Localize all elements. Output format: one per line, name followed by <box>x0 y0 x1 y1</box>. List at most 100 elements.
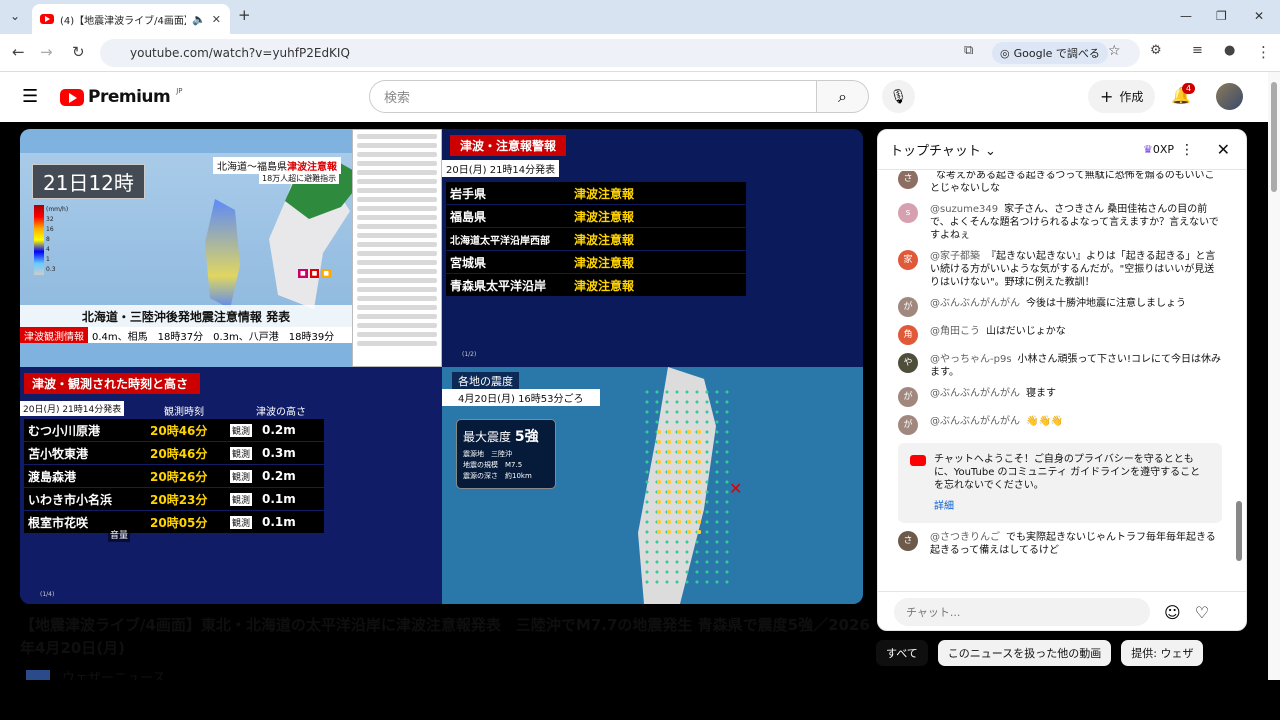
author-name[interactable]: @さつきりんご <box>930 532 1000 543</box>
window-close-icon[interactable]: ✕ <box>1254 9 1264 23</box>
author-avatar[interactable]: さ <box>898 531 918 551</box>
chat-message: さ @さつきりんご でも実際起きないじゃんトラフ毎年毎年起きる起きるって備えはしてる… <box>878 527 1238 561</box>
scrollbar-thumb[interactable] <box>1271 82 1277 192</box>
chevron-right-icon[interactable]: › <box>1220 646 1226 662</box>
author-avatar[interactable]: や <box>898 353 918 373</box>
place: むつ小川原港 <box>28 423 101 438</box>
taskbar <box>0 680 1280 720</box>
author-name[interactable]: @ぶんぶんがんがん <box>930 416 1020 427</box>
quake-info: 震源地 三陸沖 地震の規模 M7.5 震源の深さ 約10km <box>463 449 549 482</box>
details-link[interactable]: 詳細 <box>934 500 1210 513</box>
region-warning: 津波注意報 <box>287 162 337 173</box>
radar-headline: 北海道・三陸沖後発地震注意情報 発表 <box>20 305 352 327</box>
tab-search-icon[interactable]: ⌄ <box>10 9 20 23</box>
account-avatar[interactable] <box>1216 83 1243 110</box>
legend-value: 0.3 <box>46 266 56 273</box>
bookmark-star-icon[interactable]: ☆ <box>1108 43 1121 59</box>
rain-legend <box>34 205 44 275</box>
panel-header: 各地の震度 <box>452 372 519 390</box>
tab-title: (4)【地震津波ライブ/4画面】東 <box>60 15 186 27</box>
author-name[interactable]: @角田こう <box>930 326 980 337</box>
author-avatar[interactable]: 家 <box>898 250 918 270</box>
xp-badge[interactable]: ♛0XP <box>1143 143 1174 156</box>
place: 青森県太平洋沿岸 <box>450 278 547 293</box>
heart-icon[interactable]: ♡ <box>1195 603 1209 622</box>
chat-message: や @やっちゃん-p9s 小林さん頑張って下さい!コレにて今日は休みます。 <box>878 349 1238 383</box>
welcome-banner: チャットへようこそ！ご自身のプライバシーを守るとともに、YouTube のコミュ… <box>898 443 1222 523</box>
chevron-down-icon: ⌄ <box>985 144 996 159</box>
create-button[interactable]: + 作成 <box>1088 80 1156 113</box>
status: 津波注意報 <box>574 278 635 293</box>
youtube-logo[interactable]: Premium JP <box>60 87 183 107</box>
cast-icon[interactable]: ⧉ <box>964 43 973 58</box>
more-options-icon[interactable]: ⋮ <box>1180 142 1194 158</box>
browser-tab-strip: ⌄ (4)【地震津波ライブ/4画面】東 🔈 ✕ + — ❐ ✕ <box>0 0 1280 34</box>
browser-tab-active[interactable]: (4)【地震津波ライブ/4画面】東 🔈 ✕ <box>32 4 230 34</box>
browser-menu-icon[interactable]: ⋮ <box>1256 43 1271 61</box>
legend-swatch: ■ <box>321 269 332 278</box>
author-avatar[interactable]: が <box>898 387 918 407</box>
place: 根室市花咲 <box>28 515 89 530</box>
author-avatar[interactable]: が <box>898 297 918 317</box>
obs-kind: 観測 <box>230 446 253 460</box>
chip-related-news[interactable]: このニュースを扱った他の動画 <box>937 640 1112 666</box>
extensions-icon[interactable]: ⚙ <box>1150 43 1162 58</box>
back-icon[interactable]: ← <box>12 43 25 61</box>
place: 渡島森港 <box>28 469 77 484</box>
author-avatar[interactable]: 角 <box>898 325 918 345</box>
chip-all[interactable]: すべて <box>876 640 928 666</box>
warning-legend: ■ ■ ■ <box>298 269 332 278</box>
place: 苫小牧東港 <box>28 446 89 461</box>
restore-icon[interactable]: ❐ <box>1216 9 1227 23</box>
video-player[interactable]: 21日12時 北海道〜福島県津波注意報 18万人超に避難指示 (mm/h) 32… <box>20 129 863 604</box>
search-button[interactable]: ⌕ <box>817 80 869 113</box>
seismic-intensity-panel: 各地の震度 4月20日(月) 16時53分ごろ 最大震度 5強 震源地 三陸沖 … <box>442 367 863 604</box>
panel-date: 20日(月) 21時14分発表 <box>20 401 125 416</box>
author-avatar[interactable]: が <box>898 415 918 435</box>
tsunami-observation-panel: 津波・観測された時刻と高さ 20日(月) 21時14分発表 観測時刻 津波の高さ… <box>20 367 442 604</box>
emoji-icon[interactable]: ☺ <box>1164 603 1181 622</box>
voice-search-button[interactable]: 🎙 <box>882 80 915 113</box>
search-input[interactable]: 検索 <box>369 80 817 113</box>
media-control-icon[interactable]: ≡ <box>1192 43 1203 58</box>
author-name[interactable]: @ぶんぶんがんがん <box>930 298 1020 309</box>
place: 福島県 <box>450 209 487 224</box>
message-text: 山はだいじょかな <box>986 326 1066 337</box>
obs-height: 0.1m <box>262 492 296 506</box>
chat-mode-selector[interactable]: トップチャット ⌄ <box>890 140 996 159</box>
obs-time: 20時46分 <box>150 446 208 461</box>
message-text: 今後は十勝沖地震に注意しましょう <box>1026 298 1186 309</box>
author-avatar[interactable]: さ <box>898 171 918 189</box>
legend-value: 16 <box>46 226 54 233</box>
author-name[interactable]: @suzume349 <box>930 204 998 215</box>
minimize-icon[interactable]: — <box>1180 9 1192 23</box>
live-chat: トップチャット ⌄ ♛0XP ⋮ ✕ さな考えがある起きる起きるつって無駄に恐怖… <box>877 129 1247 631</box>
ticker-tag: 津波観測情報 <box>20 327 88 343</box>
address-bar[interactable]: youtube.com/watch?v=yuhfP2EdKIQ <box>100 39 1140 67</box>
scrollbar-thumb[interactable] <box>1236 501 1242 561</box>
hamburger-menu-icon[interactable]: ☰ <box>22 86 38 107</box>
close-chat-icon[interactable]: ✕ <box>1217 140 1230 159</box>
new-tab-button[interactable]: + <box>238 6 251 24</box>
chat-scrollbar[interactable] <box>1236 175 1242 575</box>
radar-time: 21日12時 <box>32 164 145 199</box>
lens-icon: ◎ <box>1000 46 1010 60</box>
author-name[interactable]: @やっちゃん-p9s <box>930 354 1012 365</box>
profile-icon[interactable]: ● <box>1224 43 1235 58</box>
chat-input[interactable]: チャット... <box>894 598 1150 626</box>
speaker-icon[interactable]: 🔈 <box>192 13 206 26</box>
reload-icon[interactable]: ↻ <box>72 43 85 61</box>
tab-close-icon[interactable]: ✕ <box>212 13 221 26</box>
author-name[interactable]: @ぶんぶんがんがん <box>930 388 1020 399</box>
chip-provider[interactable]: 提供: ウェザ <box>1121 640 1204 666</box>
mic-icon: 🎙 <box>889 88 908 105</box>
max-label: 最大震度 <box>463 430 512 444</box>
forward-icon[interactable]: → <box>40 43 53 61</box>
author-name[interactable]: @家子都築 <box>930 251 980 262</box>
author-avatar[interactable]: s <box>898 203 918 223</box>
google-lens-button[interactable]: ◎ Google で調べる <box>992 42 1108 64</box>
table-row: 渡島森港 20時26分 観測 0.2m <box>24 465 324 487</box>
page-scrollbar[interactable] <box>1268 72 1280 680</box>
chat-message: が @ぶんぶんがんがん 👋👋👋 <box>878 411 1238 439</box>
region-name: 北海道〜福島県 <box>217 162 287 173</box>
